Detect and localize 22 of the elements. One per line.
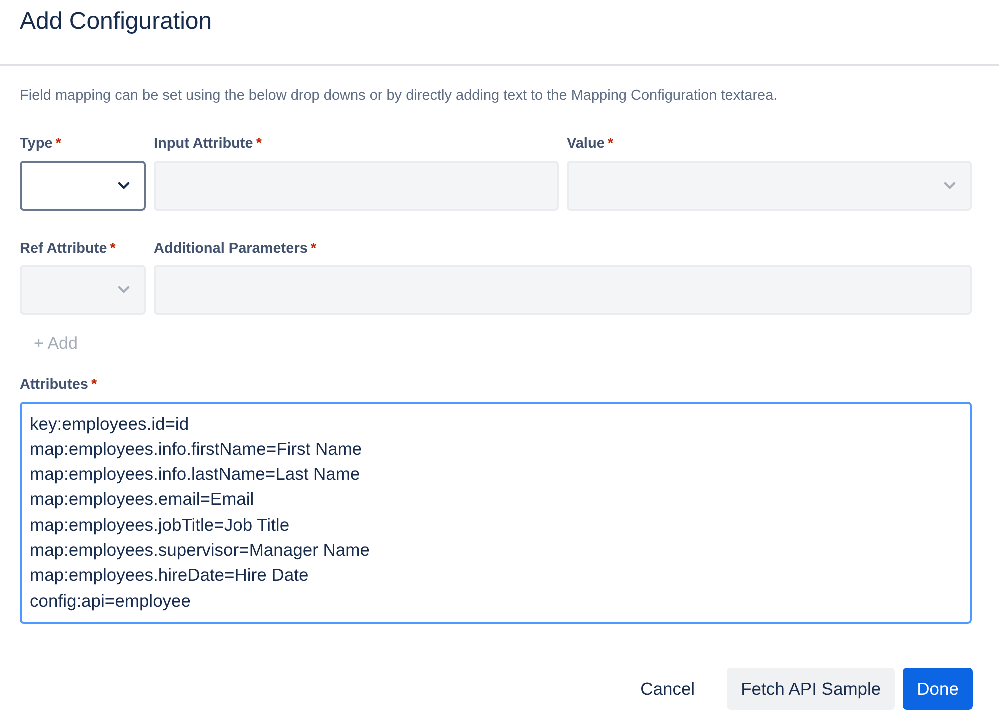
required-asterisk: *: [91, 376, 98, 393]
chevron-down-icon: [118, 286, 130, 294]
fetch-button[interactable]: Fetch API Sample: [727, 668, 896, 710]
required-asterisk: *: [608, 136, 614, 152]
field-label: Value *: [567, 134, 615, 154]
chevron-down-icon: [118, 182, 130, 190]
required-asterisk: *: [256, 136, 262, 152]
field-label: Ref Attribute *: [20, 240, 117, 258]
required-asterisk: *: [56, 136, 62, 152]
attributes-textarea[interactable]: key:employees.id=id map:employees.info.firstName=First Name map:employees.info.lastName=Last Name map:employees.email=Email map:employees.jobTitle=Job Title map:employees.supervisor=Manager Name map:employees.hireDate=Hire Date config:api=employee: [20, 402, 972, 624]
field-label: Input Attribute *: [154, 134, 263, 154]
select-field[interactable]: [20, 160, 146, 210]
required-asterisk: *: [310, 240, 317, 256]
field-label: Type *: [20, 134, 62, 154]
done-button[interactable]: Done: [903, 668, 973, 710]
cancel-button[interactable]: Cancel: [626, 668, 710, 710]
required-asterisk: *: [110, 240, 116, 256]
description-text: Field mapping can be set using the below drop downs or by directly adding text to the Mapping Configuration textarea.: [20, 87, 779, 106]
field-label: Attributes *: [20, 376, 98, 395]
chevron-down-icon: [944, 182, 956, 190]
dialog-title: Add Configuration: [20, 8, 214, 37]
field-label: Additional Parameters *: [154, 240, 318, 258]
